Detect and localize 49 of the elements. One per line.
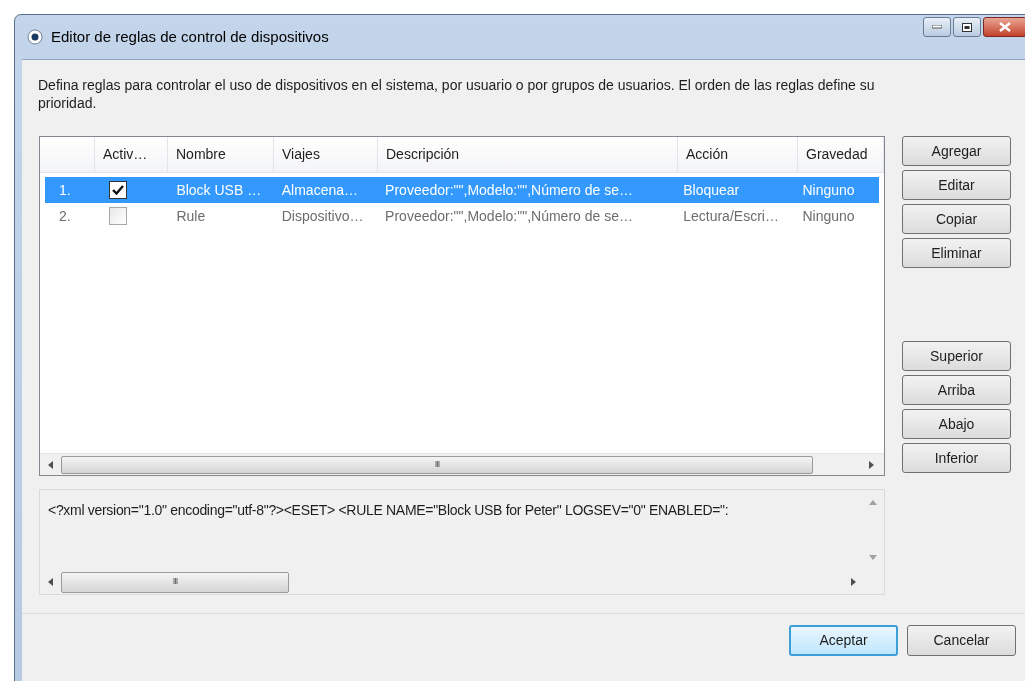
row-number: 2. — [59, 207, 71, 224]
table-cell: Proveedor:"",Modelo:"",Número de se… — [385, 207, 633, 224]
row-number: 1. — [59, 181, 71, 198]
side-button[interactable]: Copiar — [902, 204, 1011, 234]
table-cell: Dispositivo… — [281, 207, 364, 224]
column-header[interactable]: Viajes — [282, 144, 320, 165]
table-cell: Proveedor:"",Modelo:"",Número de se… — [385, 181, 633, 198]
minimize-icon — [932, 25, 942, 29]
table-cell: Ninguno — [802, 181, 855, 198]
table-cell: Almacena… — [281, 181, 358, 198]
table-cell: Lectura/Escri… — [683, 207, 779, 224]
side-button[interactable]: Editar — [902, 170, 1011, 200]
column-header[interactable]: Acción — [686, 144, 729, 165]
side-button[interactable]: Superior — [902, 341, 1011, 371]
scroll-right-icon[interactable] — [851, 578, 856, 586]
scrollbar-thumb[interactable]: III — [61, 455, 813, 474]
xml-text: <?xml version="1.0" encoding="utf-8"?><ESET> <RULE NAME="Block USB for Peter" LOGSEV="0" ENABLED=": — [47, 501, 730, 520]
restore-icon — [962, 22, 972, 32]
table-cell: Ninguno — [802, 207, 855, 224]
app-icon — [27, 29, 43, 45]
close-icon — [999, 22, 1011, 32]
description-text: Defina reglas para controlar el uso de dispositivos en el sistema, por usuario o por grupos de usuarios. El orden de las reglas define su prioridad. — [37, 76, 876, 113]
scroll-right-icon[interactable] — [869, 460, 874, 469]
horizontal-scrollbar[interactable]: III — [40, 453, 884, 475]
column-header[interactable]: Gravedad — [806, 144, 868, 165]
side-button[interactable]: Abajo — [902, 409, 1011, 439]
column-header[interactable]: Nombre — [176, 144, 226, 165]
side-button[interactable]: Agregar — [902, 136, 1011, 166]
checkbox[interactable] — [108, 207, 127, 225]
minimize-button[interactable] — [923, 17, 951, 37]
table-cell: Rule — [176, 207, 206, 224]
close-button[interactable] — [983, 17, 1025, 37]
dialog-button[interactable]: Cancelar — [907, 625, 1016, 656]
window-title: Editor de reglas de control de dispositivos — [51, 26, 329, 47]
table-cell: Block USB … — [176, 181, 262, 198]
dialog-button[interactable]: Aceptar — [789, 625, 898, 656]
checkbox[interactable] — [108, 181, 127, 199]
side-button[interactable]: Inferior — [902, 443, 1011, 473]
table-row[interactable]: 2. Rule Dispositivo… Proveedor:"",Modelo:"",Número de se… Lectura/Escri… Ninguno — [45, 203, 879, 229]
scroll-left-icon[interactable] — [48, 460, 53, 469]
column-header[interactable]: Descripción — [386, 144, 460, 165]
scroll-left-icon[interactable] — [48, 578, 53, 586]
column-header[interactable]: Activ… — [103, 144, 148, 165]
maximize-button[interactable] — [953, 17, 981, 37]
side-button[interactable]: Arriba — [902, 375, 1011, 405]
side-button[interactable]: Eliminar — [902, 238, 1011, 268]
scrollbar-thumb[interactable]: III — [61, 571, 289, 593]
table-cell: Bloquear — [683, 181, 740, 198]
checkmark-icon — [111, 185, 124, 195]
